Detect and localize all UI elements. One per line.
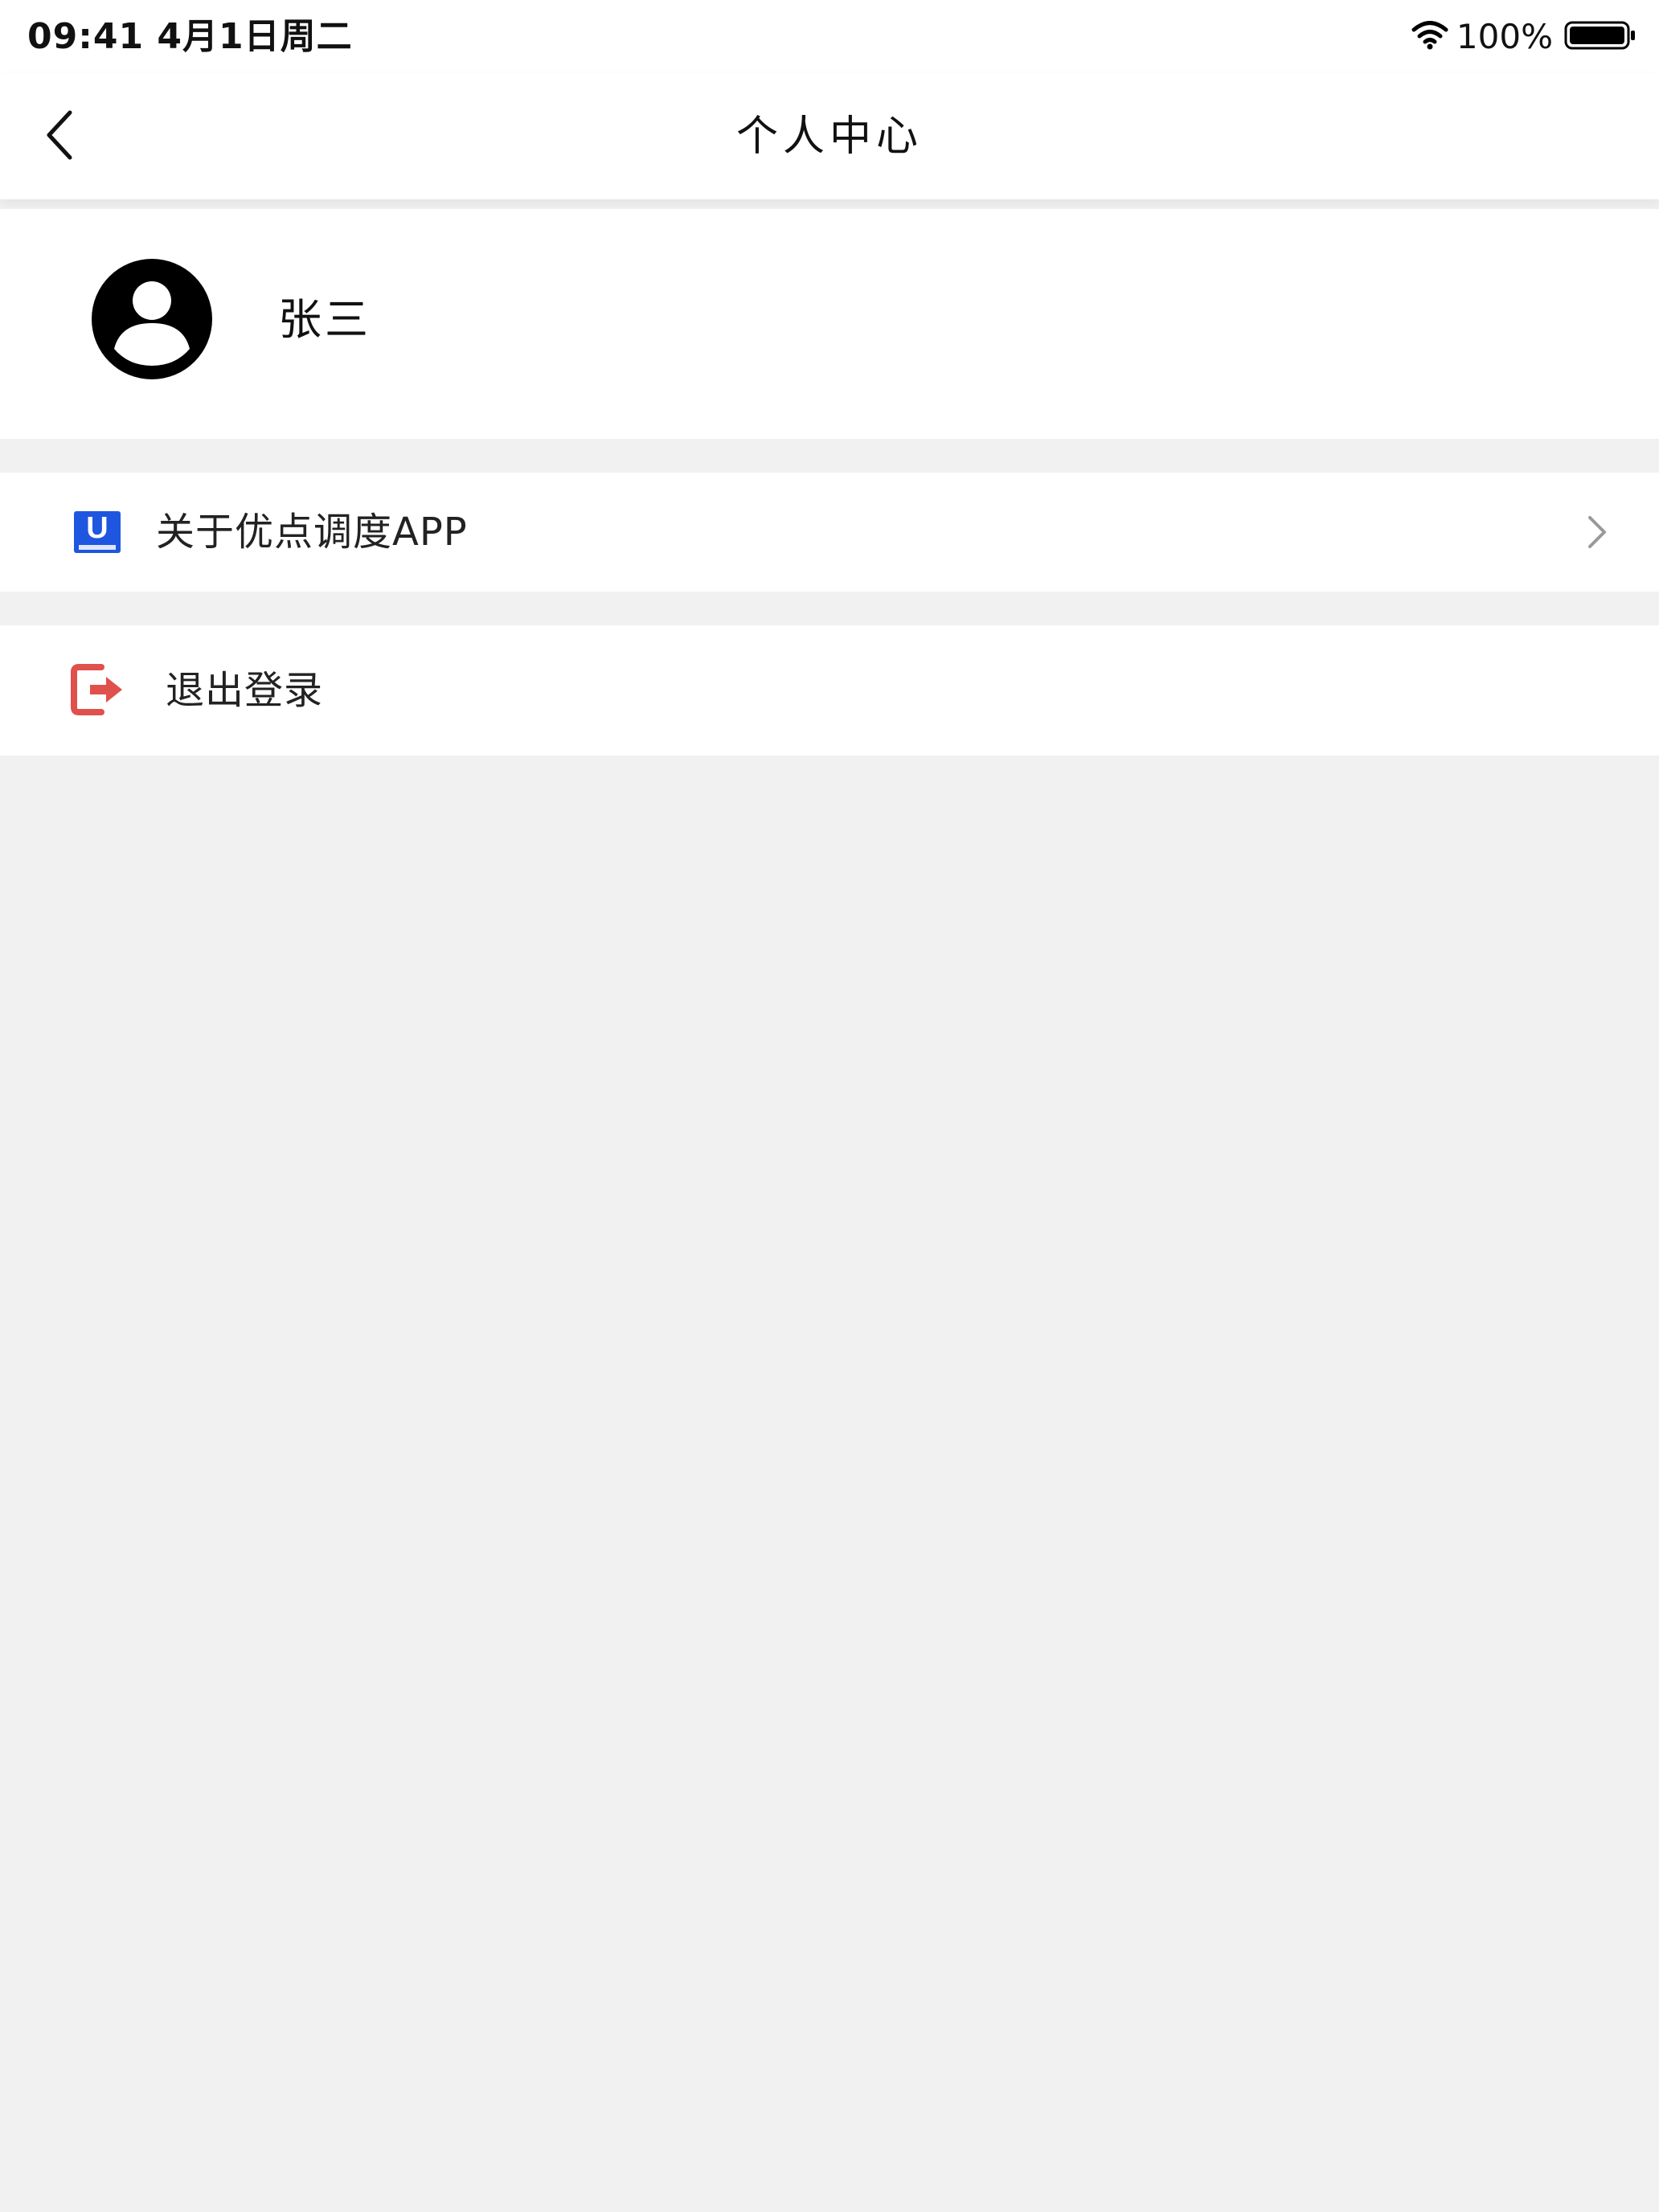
status-indicators: 100% (1411, 11, 1636, 63)
profile-card: 张三 (0, 209, 1659, 439)
navigation-bar: 个人中心 (0, 74, 1659, 199)
user-avatar-icon[interactable] (92, 259, 212, 379)
battery-percent: 100% (1456, 17, 1553, 56)
app-logo-base (79, 545, 116, 550)
menu-item-logout-label: 退出登录 (166, 668, 324, 713)
status-time: 09:41 4月1日周二 (27, 16, 353, 57)
page-title: 个人中心 (735, 113, 923, 161)
menu-item-about-label: 关于优点调度APP (156, 510, 468, 555)
logout-icon (69, 661, 125, 719)
battery-icon (1564, 19, 1636, 55)
chevron-right-icon (1585, 513, 1609, 551)
menu-item-logout[interactable]: 退出登录 (0, 625, 1659, 756)
status-bar: 09:41 4月1日周二 100% (0, 0, 1659, 74)
menu-item-about[interactable]: U 关于优点调度APP (0, 473, 1659, 592)
user-name: 张三 (278, 294, 371, 345)
wifi-icon (1411, 21, 1448, 53)
app-logo-letter: U (86, 511, 109, 545)
app-logo-icon: U (74, 511, 121, 553)
